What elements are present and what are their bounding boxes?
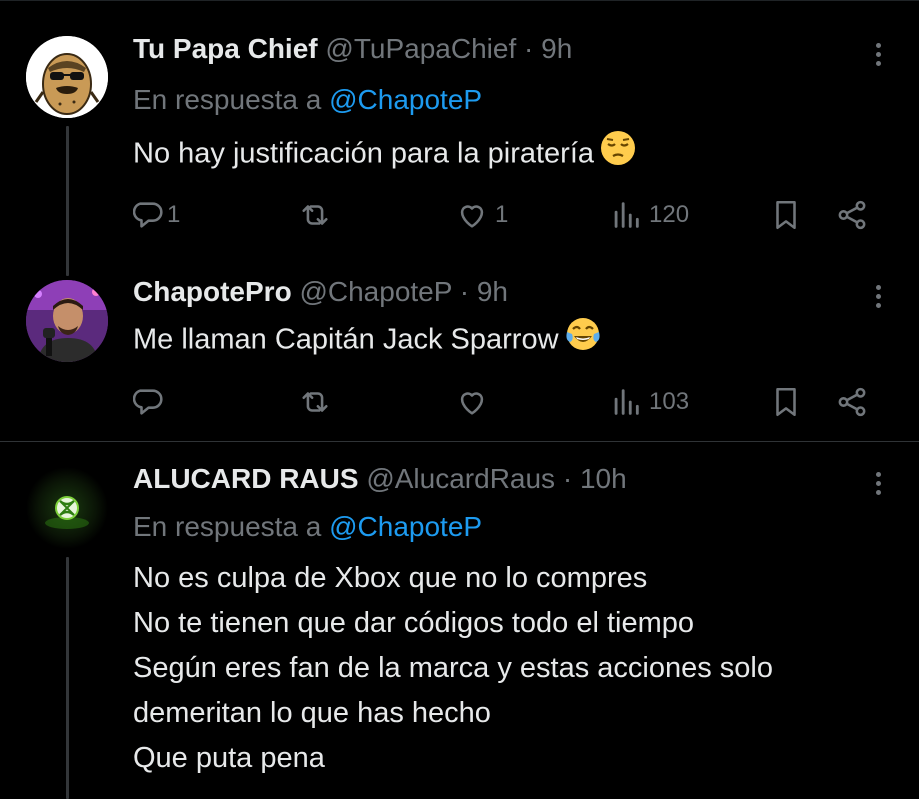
display-name[interactable]: ChapotePro [133,276,292,307]
tweet-divider [0,441,919,442]
reply-button[interactable]: 1 [133,195,180,235]
pensive-face-emoji-icon [600,130,636,180]
tweet-header: ChapotePro @ChapoteP · 9h [133,275,508,309]
views-button[interactable]: 103 [609,382,689,422]
more-dot-icon [875,60,881,66]
share-icon [838,200,866,230]
views-button[interactable]: 120 [609,195,689,235]
more-options-button[interactable] [868,36,888,72]
more-dot-icon [875,42,881,48]
avatar-chapotepro[interactable] [26,280,108,362]
reply-button[interactable] [133,382,173,422]
timestamp[interactable]: 9h [477,276,508,307]
more-dot-icon [875,302,881,308]
thread-connector [66,557,69,799]
timestamp[interactable]: 9h [541,33,572,64]
more-dot-icon [875,471,881,477]
display-name[interactable]: Tu Papa Chief [133,33,318,64]
reply-mention-link[interactable]: @ChapoteP [329,511,482,542]
more-dot-icon [875,480,881,486]
retweet-button[interactable] [298,195,338,235]
retweet-button[interactable] [298,382,338,422]
tweet-text-content: Me llaman Capitán Jack Sparrow [133,323,559,356]
retweet-icon [302,392,328,412]
tweet-text: No hay justificación para la piratería [133,130,636,180]
tears-of-joy-emoji-icon [565,316,601,366]
retweet-icon [302,205,328,225]
timestamp[interactable]: 10h [580,463,627,494]
reply-count: 1 [167,201,181,228]
tweet-text: Me llaman Capitán Jack Sparrow [133,316,601,366]
handle[interactable]: @TuPapaChief [325,33,516,64]
reply-icon [133,389,163,415]
separator-dot: · [459,276,470,307]
more-dot-icon [875,489,881,495]
potato-avatar-icon [26,36,108,118]
heart-icon [460,392,484,415]
top-border [0,0,919,1]
more-options-button[interactable] [868,278,888,314]
bookmark-button[interactable] [769,195,803,235]
share-icon [838,387,866,417]
tweet-header: ALUCARD RAUS @AlucardRaus · 10h [133,462,627,496]
person-avatar-icon [26,280,108,362]
tweet-text-line: No es culpa de Xbox que no lo compres [133,562,648,594]
more-dot-icon [875,293,881,299]
bookmark-icon [776,200,796,230]
xbox-logo-icon [26,467,108,549]
reply-mention-link[interactable]: @ChapoteP [329,84,482,115]
reply-prefix: En respuesta a [133,511,322,542]
avatar-tupapachief[interactable] [26,36,108,118]
like-button[interactable]: 1 [455,195,508,235]
tweet-text: No es culpa de Xbox que no lo compres No… [133,556,773,781]
view-count: 120 [649,201,690,228]
like-count: 1 [495,201,509,228]
view-count: 103 [649,388,690,415]
more-options-button[interactable] [868,465,888,501]
views-chart-icon [614,389,639,415]
reply-context: En respuesta a @ChapoteP [133,510,482,544]
like-button[interactable] [455,382,495,422]
display-name[interactable]: ALUCARD RAUS [133,463,359,494]
tweet-actions: 103 [133,382,883,422]
tweet-actions: 1 1 120 [133,195,883,235]
thread-connector [66,126,69,276]
reply-context: En respuesta a @ChapoteP [133,83,482,117]
views-chart-icon [614,202,639,228]
heart-icon [460,205,484,228]
more-dot-icon [875,284,881,290]
separator-dot: · [524,33,534,64]
tweet-text-line: demeritan lo que has hecho [133,697,491,729]
tweet-text-line: No te tienen que dar códigos todo el tie… [133,607,695,639]
avatar-alucardraus[interactable] [26,467,108,549]
more-dot-icon [875,51,881,57]
tweet-text-line: Según eres fan de la marca y estas accio… [133,652,773,684]
share-button[interactable] [835,195,869,235]
handle[interactable]: @ChapoteP [299,276,451,307]
tweet-text-content: No hay justificación para la piratería [133,137,595,170]
bookmark-icon [776,387,796,417]
tweet-header: Tu Papa Chief @TuPapaChief · 9h [133,32,572,66]
bookmark-button[interactable] [769,382,803,422]
share-button[interactable] [835,382,869,422]
reply-icon [133,202,163,228]
tweet-text-line: Que puta pena [133,742,325,774]
handle[interactable]: @AlucardRaus [366,463,555,494]
separator-dot: · [562,463,573,494]
reply-prefix: En respuesta a [133,84,322,115]
